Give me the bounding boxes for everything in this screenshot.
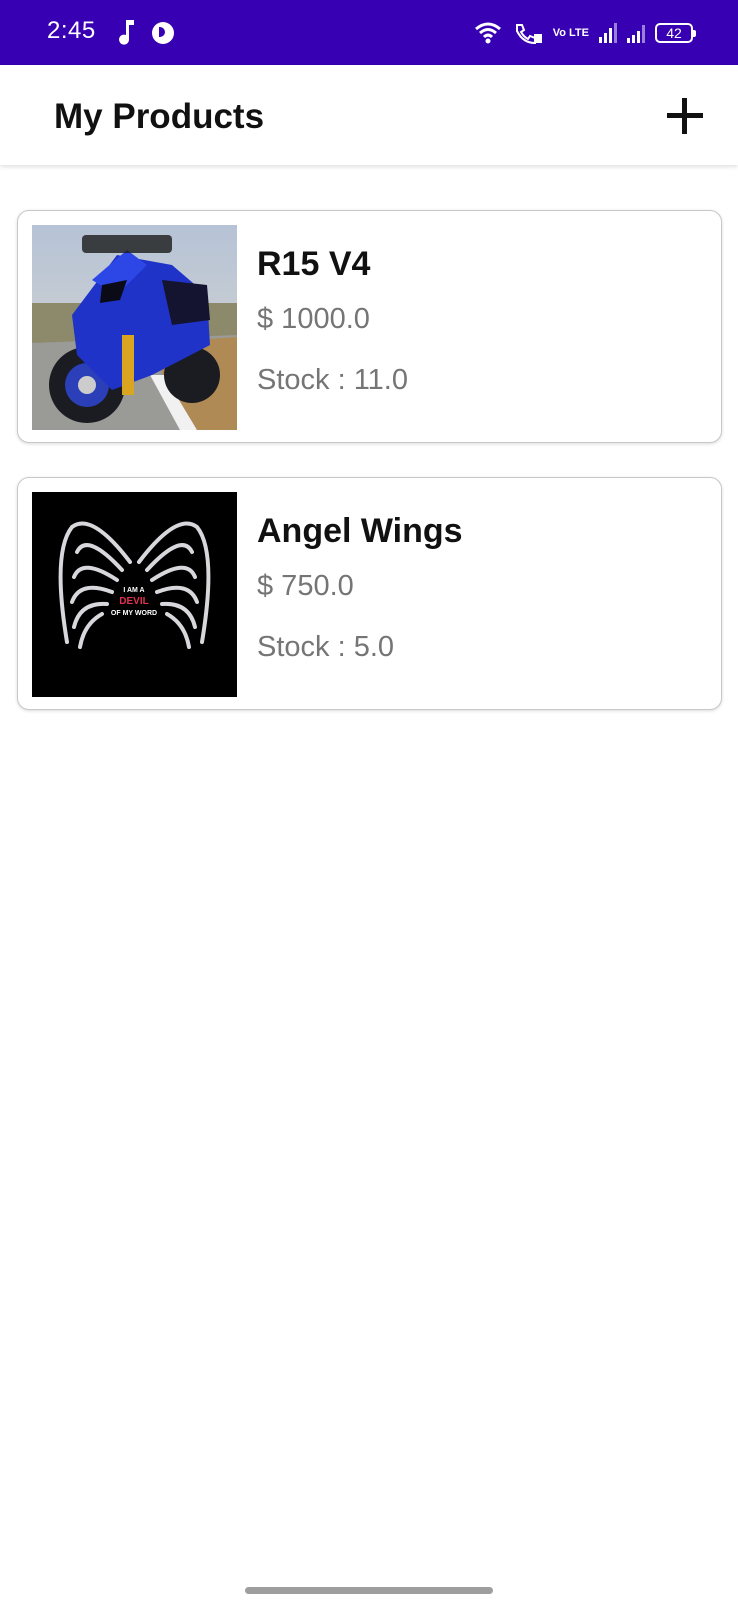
- page-title: My Products: [54, 97, 265, 136]
- product-card[interactable]: I AM A DEVIL OF MY WORD Angel Wings $ 75…: [17, 477, 722, 710]
- product-price: $ 1000.0: [257, 303, 370, 335]
- wings-text-line1: I AM A: [123, 587, 144, 594]
- product-image-angel-wings: I AM A DEVIL OF MY WORD: [32, 492, 237, 697]
- volte-indicator: Vo LTE: [552, 27, 589, 39]
- app-bar: My Products: [0, 65, 738, 165]
- wings-text-line2: DEVIL: [119, 596, 148, 607]
- signal-icon: [599, 23, 617, 43]
- product-stock: Stock : 11.0: [257, 364, 408, 396]
- product-name: Angel Wings: [257, 512, 463, 550]
- product-name: R15 V4: [257, 245, 371, 283]
- status-bar: 2:45 Vo LTE 42: [0, 0, 738, 65]
- product-card[interactable]: R15 V4 $ 1000.0 Stock : 11.0: [17, 210, 722, 443]
- add-product-button[interactable]: [664, 95, 706, 137]
- signal-icon-sim2: [627, 23, 645, 43]
- battery-icon: 42: [655, 23, 696, 43]
- wifi-icon: [474, 22, 501, 44]
- status-indicators: Vo LTE 42: [473, 18, 696, 48]
- product-list: R15 V4 $ 1000.0 Stock : 11.0 I AM A DEVI…: [17, 210, 722, 744]
- wings-text-line3: OF MY WORD: [111, 610, 157, 617]
- product-stock: Stock : 5.0: [257, 631, 395, 663]
- product-image-motorcycle: [32, 225, 237, 430]
- music-note-icon: [119, 20, 134, 45]
- product-price: $ 750.0: [257, 570, 354, 602]
- status-time: 2:45: [47, 17, 96, 44]
- app-notification-icon: [152, 22, 174, 44]
- gesture-navigation-bar[interactable]: [245, 1587, 493, 1594]
- wifi-calling-icon: [515, 24, 542, 45]
